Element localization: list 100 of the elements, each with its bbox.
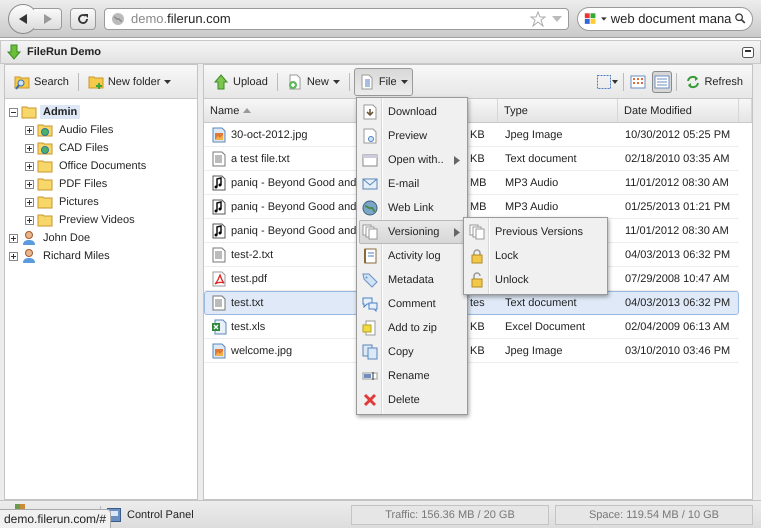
minimize-icon[interactable] [742,46,754,58]
audio-file-icon [211,175,227,191]
menu-item[interactable]: Open with.. [359,148,465,172]
pdf-file-icon [211,271,227,287]
expand-toggle[interactable] [25,180,34,188]
user-icon [21,230,37,246]
tree-item[interactable]: CAD Files [56,141,112,155]
notebook-icon [362,248,378,264]
menu-item[interactable]: Delete [359,388,465,412]
file-type: Text document [504,297,578,309]
expand-toggle[interactable] [25,144,34,152]
tree-item[interactable]: Richard Miles [40,249,113,263]
tree-item[interactable]: PDF Files [56,177,110,191]
tree-item[interactable]: Admin [40,105,80,119]
expand-toggle[interactable] [25,126,34,134]
globe-icon [111,12,125,26]
expand-toggle[interactable] [9,252,18,260]
stacked-pages-icon [362,224,378,240]
reload-icon [77,12,89,24]
file-name: test.pdf [231,273,268,285]
lock-icon [469,248,485,264]
date-modified: 04/03/2013 06:32 PM [624,249,732,261]
search-engine-icon [584,10,598,26]
expand-toggle[interactable] [25,216,34,224]
expand-toggle[interactable] [9,234,18,242]
toolbar-button[interactable]: New folder [82,68,176,96]
file-size: MB [470,177,486,189]
menu-item[interactable]: Rename [359,364,465,388]
toolbar-button[interactable]: Upload [208,68,273,96]
shared-folder-icon [37,122,53,138]
file-name: paniq - Beyond Good and [231,225,356,237]
user-icon [21,248,37,264]
control-panel-link[interactable]: Control Panel [127,508,194,520]
file-type: Excel Document [504,321,586,333]
text-file-icon [211,295,227,311]
file-size: KB [470,345,485,357]
tree-item[interactable]: Audio Files [56,123,116,137]
spreadsheet-file-icon [211,319,227,335]
file-icon [358,74,375,90]
column-header[interactable]: Type [498,99,618,122]
toolbar-button[interactable]: New [282,68,345,96]
file-size: tes [470,297,485,309]
unlocked-lock-icon [469,272,485,288]
menu-item[interactable]: Preview [359,124,465,148]
space-status: Space: 119.54 MB / 10 GB [555,504,753,524]
folder-icon [37,176,53,192]
column-header[interactable]: Date Modified [618,99,739,122]
menu-item[interactable]: E-mail [359,172,465,196]
text-file-icon [211,151,227,167]
file-name: a test file.txt [231,153,290,165]
file-name: test.xls [231,321,266,333]
menu-item[interactable]: Copy [359,340,465,364]
file-name: welcome.jpg [231,345,292,357]
zip-icon [362,320,378,336]
tree-item[interactable]: Office Documents [56,159,150,173]
menu-item[interactable]: Unlock [466,268,605,292]
folder-icon [21,104,37,120]
download-icon [362,104,378,120]
star-icon[interactable] [530,10,546,26]
delete-icon [362,392,378,408]
date-modified: 01/25/2013 01:21 PM [624,201,732,213]
refresh-button[interactable]: Refresh [681,68,748,96]
search-field[interactable]: web document mana [577,6,753,30]
file-size: KB [470,129,485,141]
menu-item[interactable]: Previous Versions [466,220,605,244]
expand-toggle[interactable] [25,198,34,206]
menu-item[interactable]: Add to zip [359,316,465,340]
expand-toggle[interactable] [25,162,34,170]
sort-arrow-icon [243,108,252,113]
menu-item[interactable]: Comment [359,292,465,316]
reload-button[interactable] [70,8,96,30]
selection-dropdown-icon[interactable] [597,74,620,88]
submenu-arrow-icon [454,156,460,164]
file-type: Text document [504,153,578,165]
menu-item[interactable]: Metadata [359,268,465,292]
date-modified: 11/01/2012 08:30 AM [624,225,730,237]
collapse-toggle[interactable] [9,108,18,116]
tree-item[interactable]: Preview Videos [56,213,138,227]
list-view-icon [654,74,670,90]
tree-item[interactable]: Pictures [56,195,102,209]
globe-icon [362,200,378,216]
download-arrow-icon [7,44,21,60]
toolbar-button[interactable]: Search [9,68,74,96]
view-button[interactable] [652,70,672,92]
grid-view-icon [630,74,646,90]
tree-item[interactable]: John Doe [40,231,94,245]
toolbar-button[interactable]: File [354,68,413,96]
caret-icon [332,80,340,84]
search-icon[interactable] [735,12,746,25]
menu-item[interactable]: Lock [466,244,605,268]
audio-file-icon [211,199,227,215]
address-field[interactable]: demo.filerun.com [104,8,569,30]
menu-item[interactable]: Activity log [359,244,465,268]
stacked-pages-icon [469,224,485,240]
image-file-icon [211,127,227,143]
file-type: Jpeg Image [504,129,564,141]
menu-item[interactable]: Web Link [359,196,465,220]
menu-item[interactable]: Versioning [359,220,465,244]
new-folder-icon [88,74,104,90]
date-modified: 02/18/2010 03:35 AM [624,153,731,165]
